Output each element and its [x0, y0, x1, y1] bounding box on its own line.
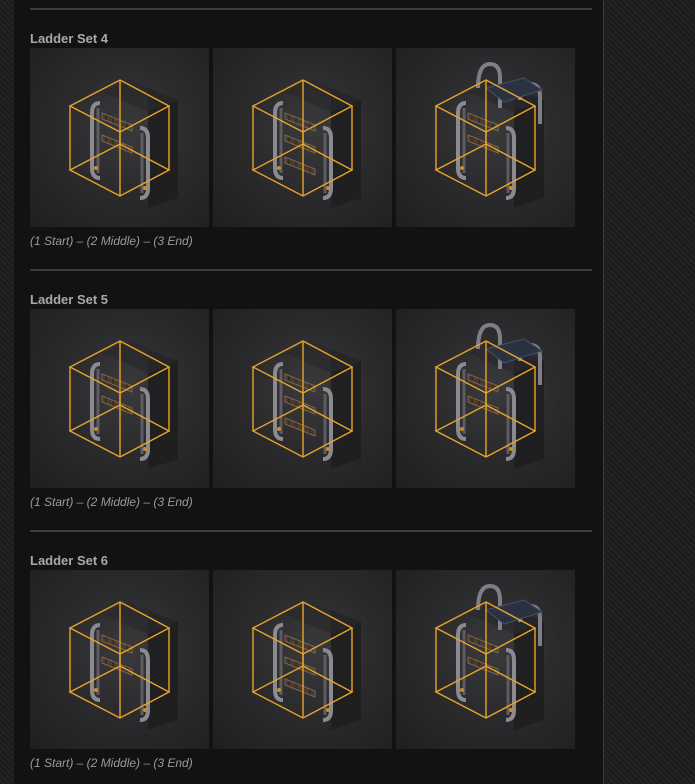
- ladder-set-section: Ladder Set 5 (1 Start) – (2 Middle) – (3…: [30, 261, 592, 521]
- render-image: [68, 79, 178, 208]
- section-caption: (1 Start) – (2 Middle) – (3 End): [30, 495, 193, 509]
- section-title: Ladder Set 6: [30, 553, 109, 568]
- section-title: Ladder Set 5: [30, 292, 109, 307]
- render-image: [251, 601, 361, 730]
- section-caption: (1 Start) – (2 Middle) – (3 End): [30, 234, 193, 248]
- thumbnail-end[interactable]: [396, 309, 575, 488]
- image-row: [30, 309, 575, 488]
- thumbnail-end[interactable]: [396, 48, 575, 227]
- section-divider: [30, 269, 592, 271]
- ladder-set-section: Ladder Set 4 (1 Start) – (2 Middle) – (3…: [30, 0, 592, 260]
- image-row: [30, 48, 575, 227]
- content-panel: Ladder Set 4 (1 Start) – (2 Middle) – (3…: [13, 0, 604, 784]
- section-divider: [30, 530, 592, 532]
- render-image: [68, 340, 178, 469]
- thumbnail-middle[interactable]: [213, 48, 392, 227]
- thumbnail-middle[interactable]: [213, 570, 392, 749]
- thumbnail-middle[interactable]: [213, 309, 392, 488]
- ladder-set-section: Ladder Set 6 (1 Start) – (2 Middle) – (3…: [30, 522, 592, 784]
- section-divider: [30, 8, 592, 10]
- thumbnail-start[interactable]: [30, 570, 209, 749]
- render-image: [434, 583, 544, 730]
- thumbnail-start[interactable]: [30, 309, 209, 488]
- render-image: [434, 322, 544, 469]
- image-row: [30, 570, 575, 749]
- render-image: [251, 79, 361, 208]
- thumbnail-start[interactable]: [30, 48, 209, 227]
- render-image: [434, 61, 544, 208]
- thumbnail-end[interactable]: [396, 570, 575, 749]
- render-image: [68, 601, 178, 730]
- render-image: [251, 340, 361, 469]
- section-caption: (1 Start) – (2 Middle) – (3 End): [30, 756, 193, 770]
- section-title: Ladder Set 4: [30, 31, 109, 46]
